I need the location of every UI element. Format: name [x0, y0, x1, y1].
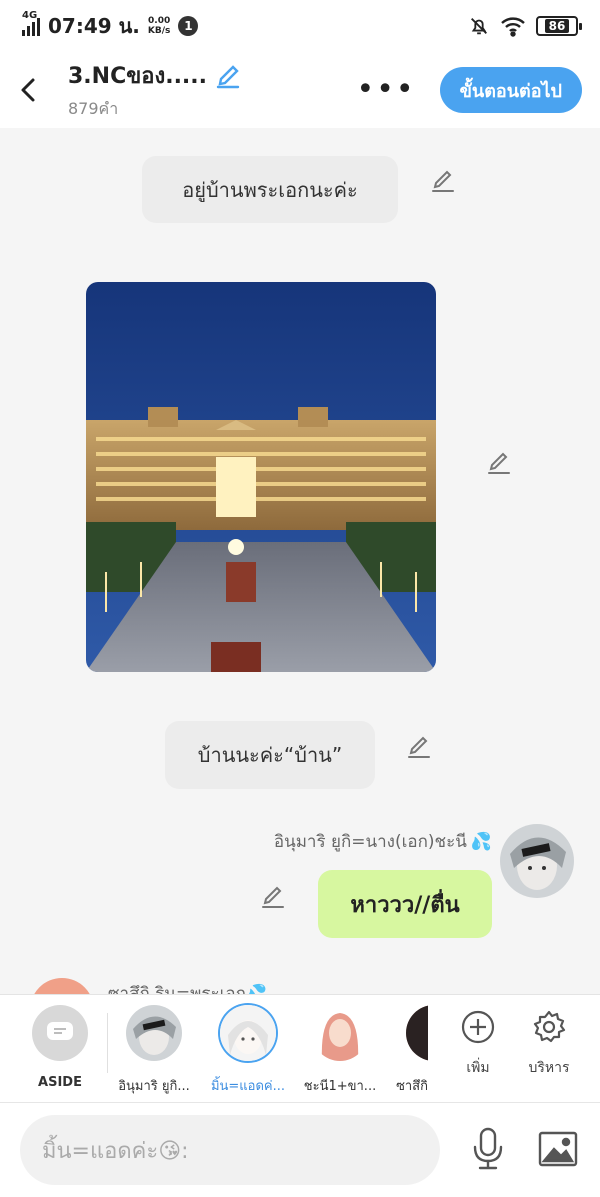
plus-circle-icon [461, 1010, 495, 1044]
dialogue-bubble[interactable]: หาววว//ตื่น [318, 870, 492, 938]
edit-icon[interactable] [430, 168, 456, 194]
bell-off-icon [471, 18, 487, 35]
character-selector: ASIDE อินุมาริ ยูกิ... มิ้น=แอดค่... ชะน… [0, 994, 600, 1102]
clock: 07:49 น. [48, 14, 140, 38]
notification-count-badge: 1 [178, 16, 199, 36]
character-option[interactable]: ชะนี1+ขา... [290, 1005, 390, 1096]
word-count: 879คำ [68, 99, 119, 118]
story-title[interactable]: 3.NCของ..... [68, 58, 207, 93]
avatar[interactable] [30, 978, 94, 994]
aside-icon [32, 1005, 88, 1061]
voice-button[interactable] [470, 1127, 506, 1175]
avatar [220, 1005, 276, 1061]
gear-icon [533, 1010, 566, 1043]
character-option[interactable]: อินุมาริ ยูกิ... [104, 1005, 204, 1096]
edit-icon[interactable] [260, 884, 286, 910]
droplets-icon: 💦 [470, 831, 492, 852]
narration-bubble[interactable]: อยู่บ้านพระเอกนะค่ะ [142, 156, 398, 223]
microphone-icon [473, 1127, 503, 1170]
network-speed: 0.00 KB/s [147, 16, 171, 36]
character-option-selected[interactable]: มิ้น=แอดค่... [198, 1005, 298, 1096]
avatar [406, 1005, 428, 1061]
story-image[interactable] [86, 282, 436, 672]
input-bar: มิ้น=แอดค่ะ😘: [0, 1102, 600, 1197]
pencil-icon[interactable] [215, 63, 241, 89]
character-option[interactable]: ซาสึกิ [380, 1005, 428, 1096]
manage-button[interactable]: บริหาร [514, 1009, 584, 1079]
back-button[interactable] [0, 52, 56, 128]
chat-area[interactable]: อยู่บ้านพระเอกนะค่ะ บ้านนะค่ะ“บ้าน” อินุ… [0, 128, 600, 994]
character-aside[interactable]: ASIDE [10, 1005, 110, 1090]
image-button[interactable] [538, 1131, 578, 1171]
edit-icon[interactable] [406, 734, 432, 760]
chevron-left-icon [21, 78, 35, 102]
status-bar: 4G 07:49 น. 0.00 KB/s 1 86 [0, 0, 600, 52]
hotel-photo [86, 282, 436, 672]
add-character-button[interactable]: เพิ่ม [443, 1009, 513, 1079]
avatar [126, 1005, 182, 1061]
avatar[interactable] [500, 824, 574, 898]
top-header: 3.NCของ..... 879คำ ••• ขั้นตอนต่อไป [0, 52, 600, 128]
next-step-button[interactable]: ขั้นตอนต่อไป [439, 67, 582, 113]
edit-icon[interactable] [486, 450, 512, 476]
more-options-button[interactable]: ••• [357, 75, 416, 105]
narration-bubble[interactable]: บ้านนะค่ะ“บ้าน” [165, 721, 375, 789]
image-icon [538, 1131, 578, 1167]
speaker-name: อินุมาริ ยูกิ=นาง(เอก)ชะนี 💦 [273, 831, 492, 853]
wifi-icon [501, 17, 525, 37]
signal-icon: 4G [22, 10, 40, 36]
speaker-name: ซาสึกิ ริน=พระเอก💦 [108, 984, 268, 994]
message-input[interactable]: มิ้น=แอดค่ะ😘: [20, 1115, 440, 1185]
avatar [312, 1005, 368, 1061]
battery-icon: 86 [536, 16, 582, 36]
